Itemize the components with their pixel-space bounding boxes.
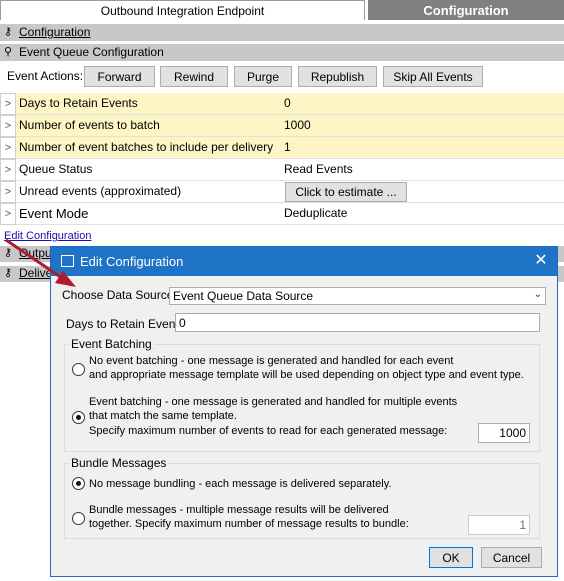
row-label: Unread events (approximated): [16, 181, 283, 203]
chevron-right-icon[interactable]: >: [0, 93, 16, 115]
days-to-retain-label: Days to Retain Events: [66, 317, 185, 331]
row-value: Read Events: [283, 159, 564, 181]
chevron-right-icon[interactable]: >: [0, 159, 16, 181]
ok-button[interactable]: OK: [429, 547, 473, 568]
skip-all-events-button[interactable]: Skip All Events: [383, 66, 483, 87]
chevron-down-icon: ⌄: [533, 289, 542, 300]
row-value: Deduplicate: [283, 203, 564, 225]
chevron-right-icon[interactable]: >: [0, 181, 16, 203]
section-output-title[interactable]: Outpu: [19, 246, 52, 260]
dialog-title: Edit Configuration: [80, 254, 184, 269]
forward-button[interactable]: Forward: [84, 66, 155, 87]
no-event-batching-radio[interactable]: [72, 363, 85, 376]
table-row[interactable]: > Unread events (approximated) Click to …: [0, 181, 564, 203]
no-message-bundling-text: No message bundling - each message is de…: [89, 478, 392, 490]
no-event-batching-text-2: and appropriate message template will be…: [89, 369, 524, 381]
event-batching-group: Event Batching No event batching - one m…: [64, 337, 540, 452]
data-source-value: Event Queue Data Source: [173, 289, 314, 303]
section-event-queue-configuration[interactable]: ⚲ Event Queue Configuration: [0, 44, 564, 61]
bundle-messages-text-1: Bundle messages - multiple message resul…: [89, 504, 389, 516]
event-batching-text-2: that match the same template.: [89, 410, 237, 422]
no-event-batching-text-1: No event batching - one message is gener…: [89, 355, 454, 367]
no-message-bundling-radio[interactable]: [72, 477, 85, 490]
close-icon[interactable]: ✕: [529, 250, 553, 272]
bundle-messages-legend: Bundle Messages: [69, 456, 169, 470]
window-icon: [61, 255, 74, 267]
rewind-button[interactable]: Rewind: [160, 66, 228, 87]
bundle-messages-group: Bundle Messages No message bundling - ea…: [64, 456, 540, 539]
max-events-input[interactable]: [478, 423, 530, 443]
table-row[interactable]: > Number of event batches to include per…: [0, 137, 564, 159]
table-row[interactable]: > Number of events to batch 1000: [0, 115, 564, 137]
table-row[interactable]: > Days to Retain Events 0: [0, 93, 564, 115]
row-label: Queue Status: [16, 159, 283, 181]
tab-configuration[interactable]: Configuration: [368, 0, 564, 20]
republish-button[interactable]: Republish: [298, 66, 377, 87]
section-event-queue-title: Event Queue Configuration: [19, 45, 164, 59]
key-icon: ⚷: [4, 26, 13, 38]
key-icon: ⚷: [4, 267, 13, 279]
event-batching-text-1: Event batching - one message is generate…: [89, 396, 458, 408]
data-source-label: Choose Data Source: [62, 288, 174, 302]
row-label: Number of events to batch: [16, 115, 283, 137]
event-actions-toolbar: Event Actions: Forward Rewind Purge Repu…: [0, 64, 564, 88]
row-label: Number of event batches to include per d…: [16, 137, 283, 159]
max-bundle-input: [468, 515, 530, 535]
event-batching-text-3: Specify maximum number of events to read…: [89, 425, 448, 437]
cancel-button[interactable]: Cancel: [481, 547, 542, 568]
tab-strip: Outbound Integration Endpoint Configurat…: [0, 0, 564, 20]
chevron-right-icon[interactable]: >: [0, 115, 16, 137]
chevron-right-icon[interactable]: >: [0, 203, 16, 225]
bundle-messages-radio[interactable]: [72, 512, 85, 525]
row-value: Click to estimate ...: [283, 181, 564, 203]
days-to-retain-input[interactable]: [175, 313, 540, 332]
row-value: 0: [283, 93, 564, 115]
event-batching-radio[interactable]: [72, 411, 85, 424]
key-icon: ⚷: [4, 247, 13, 259]
event-actions-label: Event Actions:: [7, 69, 84, 83]
table-row[interactable]: > Queue Status Read Events: [0, 159, 564, 181]
data-source-select[interactable]: Event Queue Data Source ⌄: [169, 287, 546, 305]
row-value: 1000: [283, 115, 564, 137]
edit-configuration-dialog: Edit Configuration ✕ Choose Data Source …: [50, 246, 558, 577]
key-icon: ⚲: [4, 46, 13, 58]
tab-outbound-integration-endpoint[interactable]: Outbound Integration Endpoint: [0, 0, 365, 20]
purge-button[interactable]: Purge: [234, 66, 292, 87]
edit-configuration-link[interactable]: Edit Configuration: [4, 230, 91, 242]
row-label: Days to Retain Events: [16, 93, 283, 115]
chevron-right-icon[interactable]: >: [0, 137, 16, 159]
bundle-messages-text-2: together. Specify maximum number of mess…: [89, 518, 409, 530]
dialog-title-bar[interactable]: Edit Configuration ✕: [51, 247, 557, 276]
row-value: 1: [283, 137, 564, 159]
estimate-button[interactable]: Click to estimate ...: [285, 182, 407, 202]
section-configuration[interactable]: ⚷ Configuration: [0, 24, 564, 41]
table-row[interactable]: > Event Mode Deduplicate: [0, 203, 564, 225]
section-configuration-title[interactable]: Configuration: [19, 25, 90, 39]
event-batching-legend: Event Batching: [69, 337, 154, 351]
row-label: Event Mode: [16, 203, 283, 225]
